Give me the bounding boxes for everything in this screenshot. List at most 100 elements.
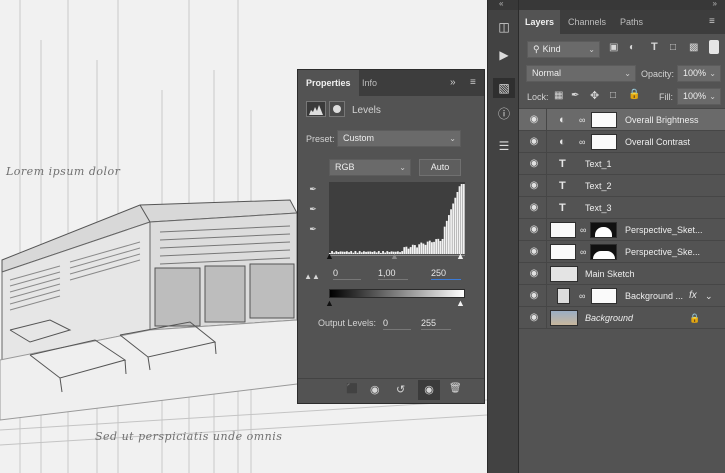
gray-point-eyedropper-icon[interactable]: ✒ bbox=[306, 204, 320, 215]
layer-row[interactable]: ◉ ◐ ∞ Overall Brightness bbox=[519, 109, 725, 131]
tab-channels[interactable]: Channels bbox=[562, 10, 612, 34]
black-point-eyedropper-icon[interactable]: ✒ bbox=[306, 184, 320, 195]
shape-filter-icon[interactable]: □ bbox=[670, 42, 676, 53]
play-action-icon[interactable]: ▶ bbox=[493, 45, 515, 65]
link-icon[interactable]: ∞ bbox=[579, 109, 585, 131]
chevron-down-icon[interactable]: ⌄ bbox=[705, 285, 713, 307]
eye-icon[interactable]: ◉ bbox=[528, 180, 540, 192]
black-output-slider-handle[interactable]: ▲ bbox=[325, 298, 334, 308]
channel-dropdown[interactable]: RGB ⌄ bbox=[329, 159, 411, 176]
layer-name[interactable]: Text_1 bbox=[585, 153, 715, 175]
layer-thumbnail[interactable] bbox=[550, 310, 578, 326]
layer-thumbnail[interactable] bbox=[550, 266, 578, 282]
layer-mask-thumbnail[interactable] bbox=[590, 244, 617, 260]
properties-dock-icon[interactable]: ▧ bbox=[493, 78, 515, 98]
link-icon[interactable]: ∞ bbox=[580, 219, 586, 241]
link-icon[interactable]: ∞ bbox=[579, 131, 585, 153]
lock-all-icon[interactable]: 🔒 bbox=[628, 89, 640, 100]
lock-position-icon[interactable]: ✥ bbox=[590, 89, 599, 102]
layer-name[interactable]: Overall Contrast bbox=[625, 131, 721, 153]
layer-row[interactable]: ◉ T Text_3 bbox=[519, 197, 725, 219]
layer-name[interactable]: Background bbox=[585, 307, 685, 329]
layer-row[interactable]: ◉ ∞ Background ... fx ⌄ bbox=[519, 285, 725, 307]
layer-comps-icon[interactable]: ☰ bbox=[493, 136, 515, 156]
layer-name[interactable]: Main Sketch bbox=[585, 263, 715, 285]
output-white-field[interactable]: 255 bbox=[421, 318, 451, 330]
mask-icon[interactable] bbox=[329, 101, 345, 117]
eye-icon[interactable]: ◉ bbox=[528, 224, 540, 236]
layer-mask-thumbnail[interactable] bbox=[590, 222, 617, 238]
lock-transparent-pixels-icon[interactable]: ▦ bbox=[554, 90, 563, 101]
eye-icon[interactable]: ◉ bbox=[528, 114, 540, 126]
white-input-slider-handle[interactable]: ▲ bbox=[456, 251, 465, 261]
tab-info[interactable]: Info bbox=[354, 70, 385, 96]
layer-name[interactable]: Perspective_Ske... bbox=[625, 241, 721, 263]
layer-row[interactable]: ◉ T Text_1 bbox=[519, 153, 725, 175]
layer-mask-thumbnail[interactable] bbox=[591, 134, 617, 150]
layers-top-bar[interactable]: » bbox=[519, 0, 725, 10]
layer-row[interactable]: ◉ Background 🔒 bbox=[519, 307, 725, 329]
toggle-visibility-icon[interactable]: ◉ bbox=[418, 380, 440, 400]
layer-row[interactable]: ◉ Main Sketch bbox=[519, 263, 725, 285]
pixel-filter-icon[interactable]: ▣ bbox=[609, 42, 618, 53]
layer-mask-thumbnail[interactable] bbox=[591, 112, 617, 128]
reset-icon[interactable]: ↺ bbox=[396, 383, 405, 396]
layer-row[interactable]: ◉ ◐ ∞ Overall Contrast bbox=[519, 131, 725, 153]
lock-image-pixels-icon[interactable]: ✒ bbox=[571, 90, 579, 101]
layer-name[interactable]: Perspective_Sket... bbox=[625, 219, 721, 241]
layer-name[interactable]: Text_2 bbox=[585, 175, 715, 197]
link-icon[interactable]: ∞ bbox=[579, 285, 585, 307]
clip-to-layer-icon[interactable]: ⬛ bbox=[346, 384, 358, 395]
input-black-field[interactable]: 0 bbox=[333, 268, 361, 280]
layers-menu-icon[interactable]: ≡ bbox=[709, 10, 715, 36]
tab-layers[interactable]: Layers bbox=[519, 10, 561, 34]
black-input-slider-handle[interactable]: ▲ bbox=[325, 251, 334, 261]
layer-filter-dropdown[interactable]: ⚲ Kind ⌄ bbox=[527, 41, 600, 58]
layer-row[interactable]: ◉ T Text_2 bbox=[519, 175, 725, 197]
fill-field[interactable]: 100% ⌄ bbox=[677, 88, 721, 105]
type-filter-icon[interactable]: T bbox=[651, 41, 658, 53]
layer-name[interactable]: Overall Brightness bbox=[625, 109, 721, 131]
collapse-panel-icon[interactable]: » bbox=[450, 70, 456, 96]
panel-menu-icon[interactable]: ≡ bbox=[470, 70, 476, 96]
view-previous-state-icon[interactable]: ◉ bbox=[370, 383, 380, 396]
layer-row[interactable]: ◉ ∞ Perspective_Ske... bbox=[519, 241, 725, 263]
eye-icon[interactable]: ◉ bbox=[528, 202, 540, 214]
lock-icon[interactable]: 🔒 bbox=[689, 307, 700, 329]
smart-object-filter-icon[interactable]: ▩ bbox=[689, 42, 698, 53]
eye-icon[interactable]: ◉ bbox=[528, 312, 540, 324]
double-chevron-right-icon[interactable]: » bbox=[713, 0, 717, 8]
layer-row[interactable]: ◉ ∞ Perspective_Sket... bbox=[519, 219, 725, 241]
input-white-field[interactable]: 250 bbox=[431, 268, 461, 280]
blend-mode-dropdown[interactable]: Normal ⌄ bbox=[526, 65, 636, 82]
layer-thumbnail[interactable] bbox=[550, 244, 576, 260]
clipping-warning-icon[interactable]: ▲▲ bbox=[303, 272, 321, 281]
layer-mask-thumbnail[interactable] bbox=[591, 288, 617, 304]
eye-icon[interactable]: ◉ bbox=[528, 290, 540, 302]
tab-properties[interactable]: Properties bbox=[298, 70, 359, 96]
tab-paths[interactable]: Paths bbox=[614, 10, 649, 34]
layer-name[interactable]: Background ... bbox=[625, 285, 683, 307]
eye-icon[interactable]: ◉ bbox=[528, 158, 540, 170]
double-chevron-left-icon[interactable]: « bbox=[499, 0, 503, 8]
filter-toggle-icon[interactable] bbox=[709, 40, 719, 54]
link-icon[interactable]: ∞ bbox=[580, 241, 586, 263]
layer-thumbnail[interactable] bbox=[550, 222, 576, 238]
adjustment-filter-icon[interactable]: ◐ bbox=[629, 42, 635, 53]
opacity-field[interactable]: 100% ⌄ bbox=[677, 65, 721, 82]
layer-thumbnail[interactable] bbox=[557, 288, 570, 304]
history-icon[interactable]: ◫ bbox=[493, 17, 515, 37]
preset-dropdown[interactable]: Custom ⌄ bbox=[337, 130, 461, 147]
delete-icon[interactable]: 🗑 bbox=[449, 383, 462, 394]
gamma-input-slider-handle[interactable]: ▲ bbox=[390, 251, 399, 261]
lock-artboard-icon[interactable]: □ bbox=[610, 90, 616, 101]
info-icon[interactable]: ⓘ bbox=[493, 104, 515, 124]
layer-name[interactable]: Text_3 bbox=[585, 197, 715, 219]
white-point-eyedropper-icon[interactable]: ✒ bbox=[306, 224, 320, 235]
fx-icon[interactable]: fx bbox=[689, 285, 697, 307]
white-output-slider-handle[interactable]: ▲ bbox=[456, 298, 465, 308]
strip-collapse-bar[interactable]: « bbox=[488, 0, 518, 10]
input-gamma-field[interactable]: 1,00 bbox=[378, 268, 408, 280]
output-black-field[interactable]: 0 bbox=[383, 318, 411, 330]
eye-icon[interactable]: ◉ bbox=[528, 136, 540, 148]
